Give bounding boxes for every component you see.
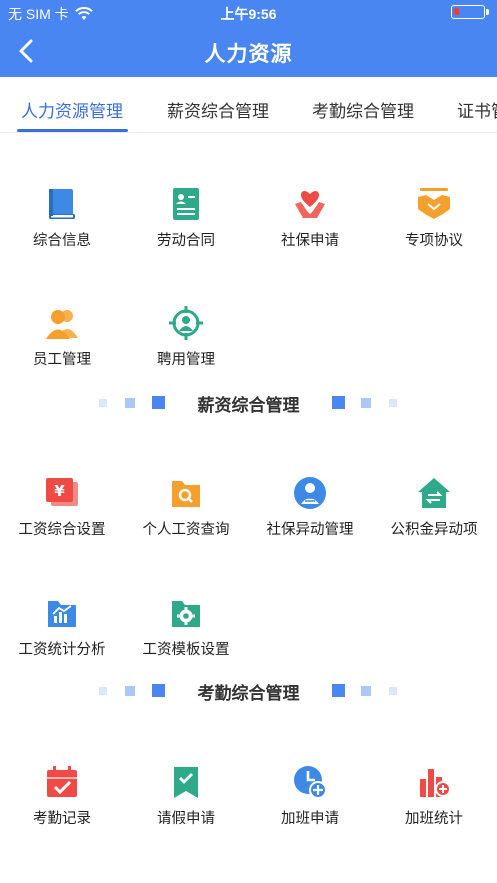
grid-item-label: 请假申请: [157, 811, 215, 827]
grid-item-label: 公积金异动项: [390, 522, 478, 538]
grid-item-hiring-management[interactable]: 聘用管理: [124, 306, 248, 369]
grid-item-attendance-record[interactable]: 考勤记录: [0, 765, 124, 828]
handshake-icon: [418, 188, 450, 219]
house-exchange-icon: [418, 478, 450, 508]
tab-active-indicator: [17, 129, 128, 132]
bar-plus-icon: [420, 769, 451, 797]
status-time: 上午9:56: [220, 6, 277, 22]
grid-item-label: 加班统计: [405, 811, 463, 827]
svg-text:¥: ¥: [54, 482, 65, 500]
tab-salary-management[interactable]: 薪资综合管理: [167, 97, 269, 122]
status-bar: 无 SIM 卡 上午9:56: [0, 0, 497, 26]
tab-bar: 人力资源管理 薪资综合管理 考勤综合管理 证书管理: [0, 77, 497, 133]
grid-item-special-agreement[interactable]: 专项协议: [372, 187, 496, 250]
attendance-section-title: 考勤综合管理: [197, 684, 300, 703]
gear-folder-icon: [172, 601, 200, 627]
person-exchange-icon: [294, 477, 326, 509]
chart-folder-icon: [48, 601, 76, 627]
folder-search-icon: [172, 481, 200, 507]
nav-bar: 人力资源: [0, 26, 497, 77]
decor-square: [332, 684, 345, 697]
bookmark-check-icon: [174, 767, 198, 798]
grid-item-label: 工资统计分析: [18, 642, 106, 658]
target-person-icon: [169, 306, 203, 340]
clock-plus-icon: [294, 766, 327, 799]
grid-item-salary-template-settings[interactable]: 工资模板设置: [124, 596, 248, 659]
grid-item-label: 专项协议: [405, 233, 463, 249]
attendance-section-header: 考勤综合管理: [0, 675, 497, 705]
yen-card-icon: ¥: [46, 478, 78, 506]
grid-item-label: 劳动合同: [157, 233, 215, 249]
top-bar: 无 SIM 卡 上午9:56 人力资源: [0, 0, 497, 77]
page-title: 人力资源: [204, 43, 293, 66]
grid-item-label: 工资综合设置: [18, 522, 106, 538]
heart-hands-icon: [295, 191, 325, 218]
grid-item-label: 个人工资查询: [142, 522, 230, 538]
grid-item-comprehensive-info[interactable]: 综合信息: [0, 187, 124, 250]
grid-item-label: 工资模板设置: [142, 642, 230, 658]
grid-item-housing-fund-change[interactable]: 公积金异动项: [372, 476, 496, 539]
grid-item-labor-contract[interactable]: 劳动合同: [124, 187, 248, 250]
grid-item-overtime-apply[interactable]: 加班申请: [248, 765, 372, 828]
tab-attendance-management[interactable]: 考勤综合管理: [312, 97, 414, 122]
app-screen: 无 SIM 卡 上午9:56 人力资源 人力资源管理 薪资综合管理 考勤综合管理…: [0, 0, 497, 883]
decor-square: [361, 398, 371, 408]
decor-square: [389, 687, 397, 695]
grid-item-social-security-apply[interactable]: 社保申请: [248, 187, 372, 250]
book-icon: [49, 189, 75, 219]
decor-square: [332, 396, 345, 409]
grid-item-salary-settings[interactable]: ¥ 工资综合设置: [0, 476, 124, 539]
grid-item-label: 考勤记录: [33, 811, 91, 827]
grid-item-personal-salary-query[interactable]: 个人工资查询: [124, 476, 248, 539]
grid-item-label: 聘用管理: [157, 352, 215, 368]
grid-item-social-security-change[interactable]: 社保异动管理: [248, 476, 372, 539]
people-icon: [46, 310, 78, 339]
grid-item-leave-apply[interactable]: 请假申请: [124, 765, 248, 828]
battery-icon: [451, 5, 489, 19]
grid-item-label: 加班申请: [281, 811, 339, 827]
grid-item-label: 员工管理: [33, 352, 91, 368]
grid-item-overtime-statistics[interactable]: 加班统计: [372, 765, 496, 828]
contract-icon: [173, 188, 199, 220]
grid-item-label: 社保异动管理: [266, 522, 354, 538]
grid-item-salary-statistics[interactable]: 工资统计分析: [0, 596, 124, 659]
tab-hr-management[interactable]: 人力资源管理: [21, 97, 123, 122]
grid-item-label: 综合信息: [33, 233, 91, 249]
salary-section-title: 薪资综合管理: [197, 396, 300, 415]
grid-item-label: 社保申请: [281, 233, 339, 249]
salary-section-header: 薪资综合管理: [0, 387, 497, 417]
decor-square: [361, 686, 371, 696]
decor-square: [389, 399, 397, 407]
calendar-check-icon: [47, 766, 77, 797]
grid-item-employee-management[interactable]: 员工管理: [0, 306, 124, 369]
tab-certificate-management[interactable]: 证书管理: [457, 97, 497, 122]
